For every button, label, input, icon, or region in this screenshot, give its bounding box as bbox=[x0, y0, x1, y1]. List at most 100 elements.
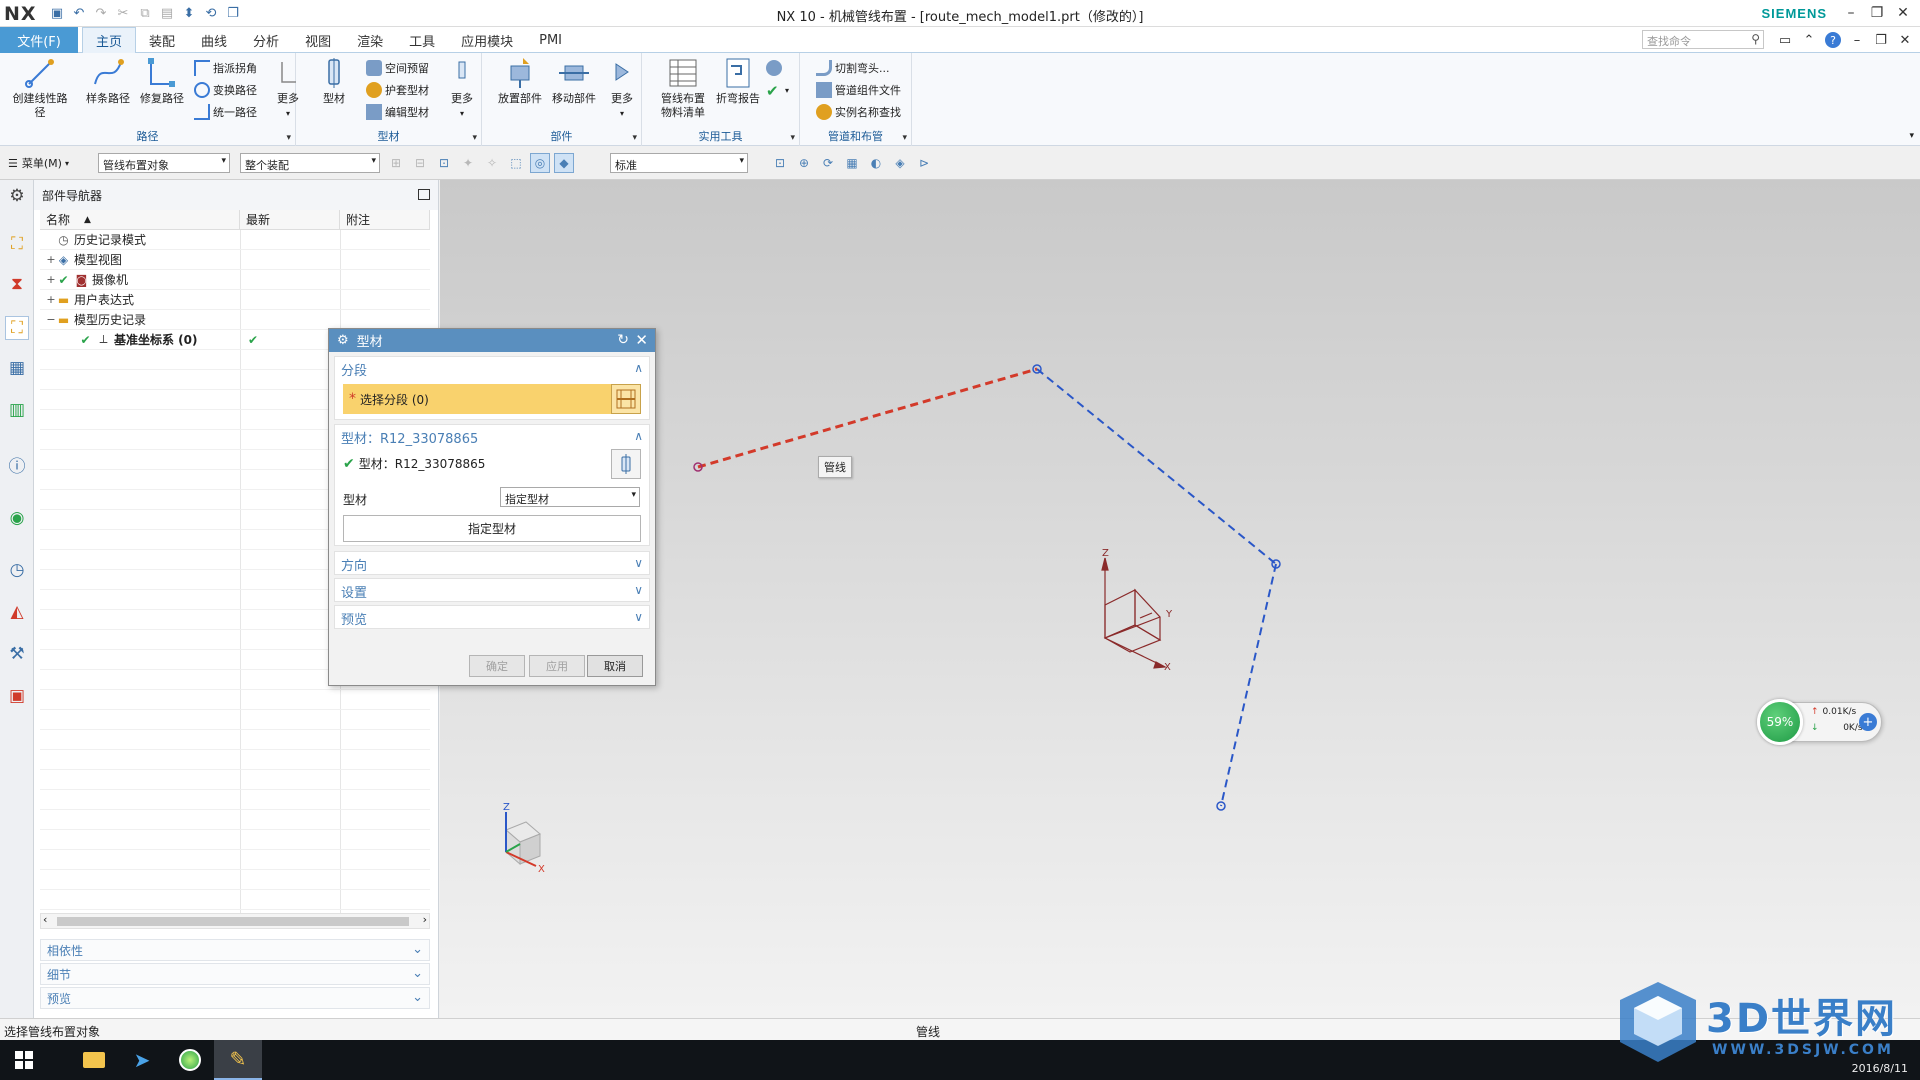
tab-3[interactable]: 分析 bbox=[240, 27, 292, 53]
unify-path-button[interactable]: 统一路径 bbox=[194, 102, 257, 122]
routing-navigator-icon[interactable]: ▦ bbox=[5, 356, 29, 380]
visibility-check-icon[interactable]: ✔ bbox=[78, 332, 93, 347]
column-name[interactable]: 名称 ▲ bbox=[40, 210, 240, 229]
direction-section[interactable]: 方向 ∨ bbox=[334, 551, 650, 575]
repeat-command-icon[interactable]: ⟲ bbox=[202, 4, 220, 22]
manufacturing-wizards-icon[interactable]: ▣ bbox=[5, 684, 29, 708]
search-icon[interactable]: ⚲ bbox=[1751, 32, 1760, 46]
profile-button[interactable]: 型材 bbox=[312, 56, 356, 106]
reset-icon[interactable]: ↻ bbox=[617, 332, 629, 348]
repair-path-button[interactable]: 修复路径 bbox=[134, 56, 190, 106]
navigator-row[interactable]: + ◈ 模型视图 bbox=[40, 250, 430, 270]
graphics-window[interactable]: Z Y X Z X 管线 59% ↑ 0.01K/s ↓ 0K/s + bbox=[440, 180, 1920, 1018]
group-part-arrow[interactable]: ▾ bbox=[632, 133, 637, 143]
touch-mode-icon[interactable]: ⬍ bbox=[180, 4, 198, 22]
route-segment[interactable] bbox=[1220, 563, 1277, 807]
ribbon-options-arrow[interactable]: ▾ bbox=[1909, 131, 1914, 141]
help-icon[interactable]: ? bbox=[1825, 32, 1841, 48]
utility-icon-1[interactable] bbox=[766, 58, 785, 78]
profile-pick-button[interactable] bbox=[611, 449, 641, 479]
redo-icon[interactable]: ↷ bbox=[92, 4, 110, 22]
menu-button[interactable]: ☰ 菜单(M) ▾ bbox=[8, 155, 69, 171]
selection-scope-dropdown[interactable]: 整个装配 ▾ bbox=[240, 153, 380, 173]
minimize-icon[interactable]: – bbox=[1838, 2, 1864, 24]
profile-more-button[interactable]: 更多 ▾ bbox=[442, 56, 482, 121]
window-switch-icon[interactable]: ▭ bbox=[1774, 30, 1796, 50]
profile-type-dropdown[interactable]: 指定型材 ▾ bbox=[500, 487, 640, 507]
route-segment-selected[interactable] bbox=[697, 367, 1038, 469]
type-filter-dropdown[interactable]: 管线布置对象 ▾ bbox=[98, 153, 230, 173]
rotate-icon[interactable]: ⟳ bbox=[818, 153, 838, 173]
column-latest[interactable]: 最新 bbox=[240, 210, 340, 229]
cut-icon[interactable]: ✂ bbox=[114, 4, 132, 22]
copy-icon[interactable]: ⧉ bbox=[136, 4, 154, 22]
navigator-row[interactable]: − ▬ 模型历史记录 bbox=[40, 310, 430, 330]
close-icon[interactable]: ✕ bbox=[1890, 2, 1916, 24]
select-segment-row[interactable]: * 选择分段 (0) bbox=[343, 384, 641, 414]
edit-section-icon[interactable]: ⊳ bbox=[914, 153, 934, 173]
process-studio-icon[interactable]: ⚒ bbox=[5, 642, 29, 666]
window-menu-icon[interactable]: ❐ bbox=[224, 4, 242, 22]
collapse-ribbon-icon[interactable]: ⌃ bbox=[1798, 30, 1820, 50]
select-features-icon[interactable]: ⊞ bbox=[386, 153, 406, 173]
navigator-row[interactable]: + ✔ ◙ 摄像机 bbox=[40, 270, 430, 290]
system-materials-icon[interactable]: ◭ bbox=[5, 600, 29, 624]
bend-report-button[interactable]: 折弯报告 bbox=[712, 56, 764, 106]
tab-6[interactable]: 工具 bbox=[396, 27, 448, 53]
assign-corner-button[interactable]: 指派拐角 bbox=[194, 58, 257, 78]
file-explorer-icon[interactable] bbox=[70, 1040, 118, 1080]
constraint-navigator-icon[interactable]: ⧗ bbox=[5, 272, 29, 296]
reuse-library-icon[interactable]: ▥ bbox=[5, 398, 29, 422]
settings-gear-icon[interactable]: ⚙ bbox=[5, 184, 29, 208]
select-segment-button[interactable] bbox=[611, 384, 641, 414]
doc-restore-icon[interactable]: ❐ bbox=[1870, 30, 1892, 50]
view-triad[interactable] bbox=[505, 812, 541, 867]
navigator-horizontal-scrollbar[interactable]: ‹ › bbox=[40, 913, 430, 929]
orient-view-icon[interactable]: ▦ bbox=[842, 153, 862, 173]
scroll-thumb[interactable] bbox=[57, 917, 409, 926]
feather-app-icon[interactable]: ➤ bbox=[118, 1040, 166, 1080]
doc-close-icon[interactable]: ✕ bbox=[1894, 30, 1916, 50]
details-panel[interactable]: 细节 ⌄ bbox=[40, 963, 430, 985]
tab-5[interactable]: 渲染 bbox=[344, 27, 396, 53]
edit-profile-button[interactable]: 编辑型材 bbox=[366, 102, 429, 122]
collapse-icon[interactable]: − bbox=[46, 313, 56, 326]
dependencies-panel[interactable]: 相依性 ⌄ bbox=[40, 939, 430, 961]
specify-profile-button[interactable]: 指定型材 bbox=[343, 515, 641, 542]
display-style-icon[interactable]: ◈ bbox=[890, 153, 910, 173]
expand-icon[interactable]: + bbox=[46, 293, 56, 306]
highlight-hidden-icon[interactable]: ◎ bbox=[530, 153, 550, 173]
cancel-button[interactable]: 取消 bbox=[587, 655, 643, 677]
tab-0[interactable]: 主页 bbox=[82, 27, 137, 53]
expand-icon[interactable]: + bbox=[46, 253, 56, 266]
apply-button[interactable]: 应用 bbox=[529, 655, 585, 677]
undo-icon[interactable]: ↶ bbox=[70, 4, 88, 22]
group-utilities-arrow[interactable]: ▾ bbox=[790, 133, 795, 143]
fit-view-icon[interactable]: ⊡ bbox=[770, 153, 790, 173]
gear-icon[interactable]: ⚙ bbox=[337, 333, 349, 348]
hd3d-tools-icon[interactable]: ⓘ bbox=[5, 452, 29, 477]
profile-section-header[interactable]: 型材：R12_33078865 ∧ bbox=[335, 425, 649, 449]
network-speed-widget[interactable]: 59% ↑ 0.01K/s ↓ 0K/s + bbox=[1757, 699, 1882, 745]
route-segment[interactable] bbox=[1036, 368, 1277, 565]
piping-component-file-button[interactable]: 管道组件文件 bbox=[816, 80, 901, 100]
scroll-left-icon[interactable]: ‹ bbox=[43, 913, 47, 926]
segment-section-header[interactable]: 分段 ∧ bbox=[335, 357, 649, 381]
settings-section-header[interactable]: 设置 ∨ bbox=[335, 579, 649, 603]
visibility-check-icon[interactable]: ✔ bbox=[56, 272, 71, 287]
part-navigator-icon[interactable]: ⛶ bbox=[5, 316, 29, 340]
expand-icon[interactable]: + bbox=[46, 273, 56, 286]
rectangle-select-icon[interactable]: ⬚ bbox=[506, 153, 526, 173]
browser-app-icon[interactable] bbox=[166, 1040, 214, 1080]
tab-1[interactable]: 装配 bbox=[136, 27, 188, 53]
preview-section[interactable]: 预览 ∨ bbox=[334, 605, 650, 629]
zoom-icon[interactable]: ⊕ bbox=[794, 153, 814, 173]
save-icon[interactable]: ▣ bbox=[48, 4, 66, 22]
preview-section-header[interactable]: 预览 ∨ bbox=[335, 606, 649, 630]
snap-point-icon[interactable]: ✦ bbox=[458, 153, 478, 173]
transform-path-button[interactable]: 变换路径 bbox=[194, 80, 257, 100]
select-visible-icon[interactable]: ◆ bbox=[554, 153, 574, 173]
part-more-button[interactable]: 更多 ▾ bbox=[602, 56, 642, 121]
graphics-canvas[interactable]: Z Y X Z X bbox=[440, 180, 1920, 1018]
column-notes[interactable]: 附注 bbox=[340, 210, 430, 229]
